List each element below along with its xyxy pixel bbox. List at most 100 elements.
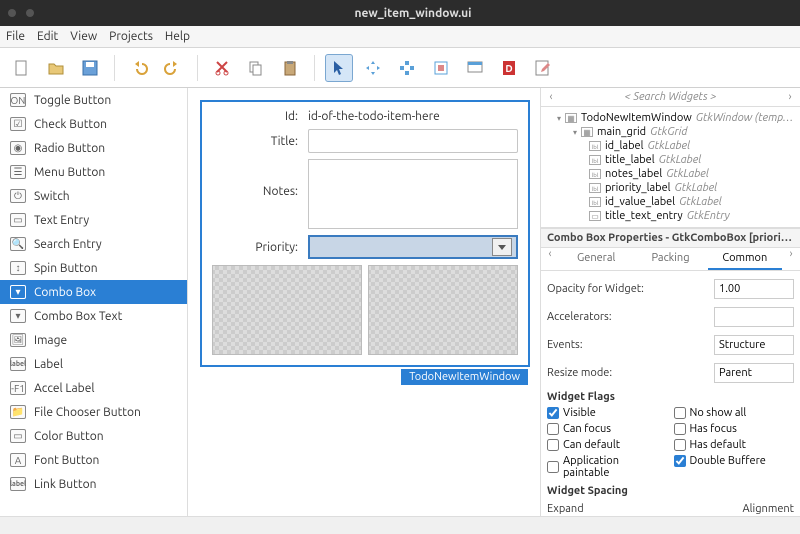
menu-help[interactable]: Help — [165, 30, 190, 43]
tree-row-title_text_entry[interactable]: ▭title_text_entry GtkEntry — [543, 209, 798, 223]
toolbar: D — [0, 48, 800, 88]
palette-icon: ▾ — [10, 285, 26, 299]
id-label: Id: — [212, 110, 308, 123]
palette-item-label: Search Entry — [34, 238, 102, 251]
tab-packing[interactable]: Packing — [633, 248, 707, 270]
resize-label: Resize mode: — [547, 367, 612, 379]
tab-nav-left[interactable]: ‹ — [541, 248, 559, 270]
priority-combobox[interactable] — [308, 235, 518, 259]
menu-projects[interactable]: Projects — [109, 30, 153, 43]
palette-icon: 🔍 — [10, 237, 26, 251]
drag-tool-button[interactable] — [359, 54, 387, 82]
cut-button[interactable] — [208, 54, 236, 82]
palette-item-link-button[interactable]: labelLink Button — [0, 472, 187, 496]
widget-tree[interactable]: ▾▦TodoNewItemWindow GtkWindow (temp…▾▦ma… — [541, 107, 800, 228]
palette-icon: ▭ — [10, 213, 26, 227]
window-controls — [8, 9, 34, 17]
search-widgets-row[interactable]: ‹ < Search Widgets > › — [541, 88, 800, 107]
preview-button[interactable] — [461, 54, 489, 82]
accelerators-input[interactable] — [714, 307, 794, 327]
chevron-down-icon — [492, 238, 512, 256]
palette-item-toggle-button[interactable]: ONToggle Button — [0, 88, 187, 112]
design-window-frame[interactable]: Id: id-of-the-todo-item-here Title: Note… — [200, 100, 530, 367]
devhelp-button[interactable]: D — [495, 54, 523, 82]
svg-text:D: D — [505, 63, 512, 74]
palette-item-text-entry[interactable]: ▭Text Entry — [0, 208, 187, 232]
tree-row-id_value_label[interactable]: lblid_value_label GtkLabel — [543, 195, 798, 209]
palette-icon: ⏻ — [10, 189, 26, 203]
tree-row-title_label[interactable]: lbltitle_label GtkLabel — [543, 153, 798, 167]
flag-has-default[interactable]: Has default — [674, 437, 795, 453]
palette-item-file-chooser-button[interactable]: 📁File Chooser Button — [0, 400, 187, 424]
menu-edit[interactable]: Edit — [37, 30, 58, 43]
copy-button[interactable] — [242, 54, 270, 82]
palette-item-combo-box-text[interactable]: ▾Combo Box Text — [0, 304, 187, 328]
pointer-tool-button[interactable] — [325, 54, 353, 82]
statusbar — [0, 516, 800, 534]
title-input[interactable] — [308, 129, 518, 153]
palette-item-font-button[interactable]: AFont Button — [0, 448, 187, 472]
palette-item-accel-label[interactable]: -F1Accel Label — [0, 376, 187, 400]
placeholder-cell[interactable] — [368, 265, 518, 355]
tree-row-priority_label[interactable]: lblpriority_label GtkLabel — [543, 181, 798, 195]
tab-general[interactable]: General — [559, 248, 633, 270]
flag-can-focus[interactable]: Can focus — [547, 421, 668, 437]
minimize-icon[interactable] — [26, 9, 34, 17]
opacity-label: Opacity for Widget: — [547, 283, 644, 295]
edit-button[interactable] — [529, 54, 557, 82]
palette-item-label[interactable]: labelLabel — [0, 352, 187, 376]
palette-item-label: Link Button — [34, 478, 96, 491]
expand-label: Expand — [547, 503, 584, 515]
title-label: Title: — [212, 135, 308, 148]
chevron-right-icon[interactable]: › — [784, 91, 796, 103]
open-folder-button[interactable] — [42, 54, 70, 82]
properties-header: Combo Box Properties - GtkComboBox [prio… — [541, 228, 800, 248]
flag-app-paintable[interactable]: Application paintable — [547, 453, 668, 481]
tree-row-notes_label[interactable]: lblnotes_label GtkLabel — [543, 167, 798, 181]
tree-row-id_label[interactable]: lblid_label GtkLabel — [543, 139, 798, 153]
flag-can-default[interactable]: Can default — [547, 437, 668, 453]
titlebar: new_item_window.ui — [0, 0, 800, 26]
close-icon[interactable] — [8, 9, 16, 17]
events-label: Events: — [547, 339, 583, 351]
menu-view[interactable]: View — [70, 30, 97, 43]
palette-item-label: Spin Button — [34, 262, 98, 275]
flag-no-show-all[interactable]: No show all — [674, 405, 795, 421]
new-file-button[interactable] — [8, 54, 36, 82]
search-widgets-label: < Search Widgets > — [561, 91, 780, 103]
palette-item-combo-box[interactable]: ▾Combo Box — [0, 280, 187, 304]
palette-item-label: Switch — [34, 190, 70, 203]
undo-button[interactable] — [125, 54, 153, 82]
notes-textarea[interactable] — [308, 159, 518, 229]
save-button[interactable] — [76, 54, 104, 82]
design-canvas[interactable]: Id: id-of-the-todo-item-here Title: Note… — [188, 88, 540, 516]
tab-nav-right[interactable]: › — [782, 248, 800, 270]
palette-icon: ☰ — [10, 165, 26, 179]
flag-visible[interactable]: Visible — [547, 405, 668, 421]
palette-item-color-button[interactable]: ▭Color Button — [0, 424, 187, 448]
palette-item-search-entry[interactable]: 🔍 Search Entry — [0, 232, 187, 256]
resize-tool-button[interactable] — [393, 54, 421, 82]
redo-button[interactable] — [159, 54, 187, 82]
palette-item-label: Radio Button — [34, 142, 105, 155]
paste-button[interactable] — [276, 54, 304, 82]
menu-file[interactable]: File — [6, 30, 25, 43]
margin-tool-button[interactable] — [427, 54, 455, 82]
palette-item-image[interactable]: 🖼Image — [0, 328, 187, 352]
palette-item-check-button[interactable]: ☑Check Button — [0, 112, 187, 136]
palette-item-switch[interactable]: ⏻ Switch — [0, 184, 187, 208]
tree-row-TodoNewItemWindow[interactable]: ▾▦TodoNewItemWindow GtkWindow (temp… — [543, 111, 798, 125]
events-input[interactable] — [714, 335, 794, 355]
flag-has-focus[interactable]: Has focus — [674, 421, 795, 437]
palette-item-menu-button[interactable]: ☰Menu Button — [0, 160, 187, 184]
tree-row-main_grid[interactable]: ▾▦main_grid GtkGrid — [543, 125, 798, 139]
opacity-input[interactable] — [714, 279, 794, 299]
placeholder-cell[interactable] — [212, 265, 362, 355]
flag-double-buffered[interactable]: Double Buffere — [674, 453, 795, 469]
resize-input[interactable] — [714, 363, 794, 383]
chevron-left-icon[interactable]: ‹ — [545, 91, 557, 103]
palette-item-spin-button[interactable]: ↕Spin Button — [0, 256, 187, 280]
palette-icon: label — [10, 357, 26, 371]
palette-item-radio-button[interactable]: ◉Radio Button — [0, 136, 187, 160]
tab-common[interactable]: Common — [708, 248, 782, 270]
